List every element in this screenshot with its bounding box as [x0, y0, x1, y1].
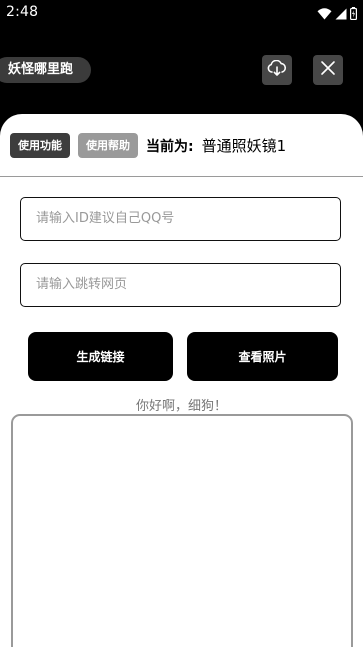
cloud-download-button[interactable] [262, 55, 292, 85]
divider [0, 176, 363, 177]
current-mode-value: 普通照妖镜1 [201, 137, 287, 155]
status-time: 2:48 [6, 4, 39, 20]
status-icons [317, 5, 358, 24]
app-screen: 2:48 妖怪哪里跑 使用功能 使用帮助 当前为: 普通照妖镜1 请输入ID建议… [0, 0, 363, 647]
generate-link-button[interactable]: 生成链接 [28, 332, 173, 381]
redirect-url-input[interactable]: 请输入跳转网页 [20, 263, 341, 307]
close-icon [320, 60, 336, 80]
greeting-text: 你好啊，细狗！ [135, 399, 227, 414]
wifi-icon [317, 5, 332, 24]
status-bar: 2:48 [0, 0, 363, 26]
close-button[interactable] [313, 55, 343, 85]
cloud-download-icon [267, 59, 287, 80]
view-photos-button[interactable]: 查看照片 [187, 332, 338, 381]
tab-use-feature[interactable]: 使用功能 [10, 133, 70, 158]
cellular-signal-icon [335, 5, 347, 24]
main-card: 使用功能 使用帮助 当前为: 普通照妖镜1 请输入ID建议自己QQ号 请输入跳转… [0, 114, 363, 647]
id-input[interactable]: 请输入ID建议自己QQ号 [20, 197, 341, 241]
tab-use-help[interactable]: 使用帮助 [78, 133, 138, 158]
output-textarea[interactable] [11, 414, 353, 647]
app-title-pill: 妖怪哪里跑 [0, 57, 92, 83]
current-mode-label: 当前为: [146, 138, 194, 155]
battery-icon [350, 5, 358, 24]
mode-tabs: 使用功能 使用帮助 当前为: 普通照妖镜1 [10, 133, 286, 158]
